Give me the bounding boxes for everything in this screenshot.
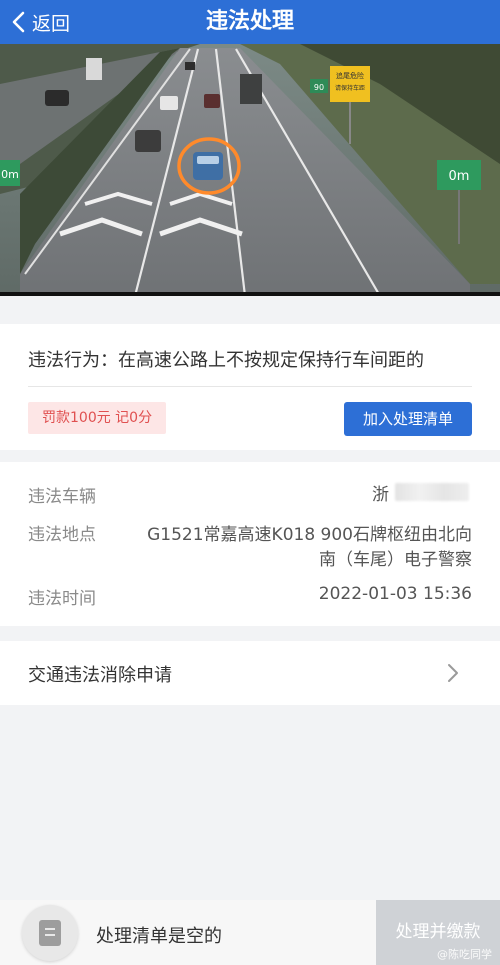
chevron-right-icon xyxy=(448,664,458,682)
nav-bar: 返回 违法处理 xyxy=(0,0,500,44)
sign-distance: 请保持车距 xyxy=(335,84,365,92)
location-label: 违法地点 xyxy=(28,525,96,545)
violation-behavior: 违法行为：在高速公路上不按规定保持行车间距的 xyxy=(28,350,424,371)
list-document-icon xyxy=(39,920,61,946)
sign-right-km: 0m xyxy=(449,169,470,184)
watermark: @陈吃同学 xyxy=(437,948,492,961)
location-line1: G1521常嘉高速K018 900石牌枢纽由北向 xyxy=(147,525,472,545)
sign-speed: 90 xyxy=(314,83,324,92)
violation-page: 返回 违法处理 追尾危险 请保持车距 90 0m 0m 违法行为：在高速公路上不… xyxy=(0,0,500,965)
sign-left-km: 0m xyxy=(1,168,19,181)
process-list-button[interactable] xyxy=(22,905,78,961)
list-empty-text: 处理清单是空的 xyxy=(96,926,222,947)
violation-card: 违法行为：在高速公路上不按规定保持行车间距的 罚款100元 记0分 加入处理清单 xyxy=(0,324,500,450)
violation-details: 违法车辆 浙 违法地点 G1521常嘉高速K018 900石牌枢纽由北向 南（车… xyxy=(0,462,500,626)
time-label: 违法时间 xyxy=(28,589,96,609)
divider xyxy=(28,386,472,387)
fine-badge: 罚款100元 记0分 xyxy=(28,402,167,434)
time-value: 2022-01-03 15:36 xyxy=(318,584,472,604)
vehicle-label: 违法车辆 xyxy=(28,487,96,507)
add-to-list-button[interactable]: 加入处理清单 xyxy=(344,402,472,436)
sign-warning: 追尾危险 xyxy=(336,71,364,80)
appeal-row[interactable]: 交通违法消除申请 xyxy=(0,641,500,705)
vehicle-plate: 浙 xyxy=(372,481,472,505)
appeal-label: 交通违法消除申请 xyxy=(28,665,172,686)
page-title: 违法处理 xyxy=(205,9,294,34)
plate-redacted xyxy=(395,483,469,501)
plate-province: 浙 xyxy=(372,484,389,505)
violation-photo[interactable]: 追尾危险 请保持车距 90 0m 0m xyxy=(0,44,500,296)
bottom-bar: 处理清单是空的 处理并缴款 @陈吃同学 xyxy=(0,900,500,965)
location-line2: 南（车尾）电子警察 xyxy=(319,550,472,570)
camera-image: 追尾危险 请保持车距 90 0m 0m xyxy=(0,44,500,296)
